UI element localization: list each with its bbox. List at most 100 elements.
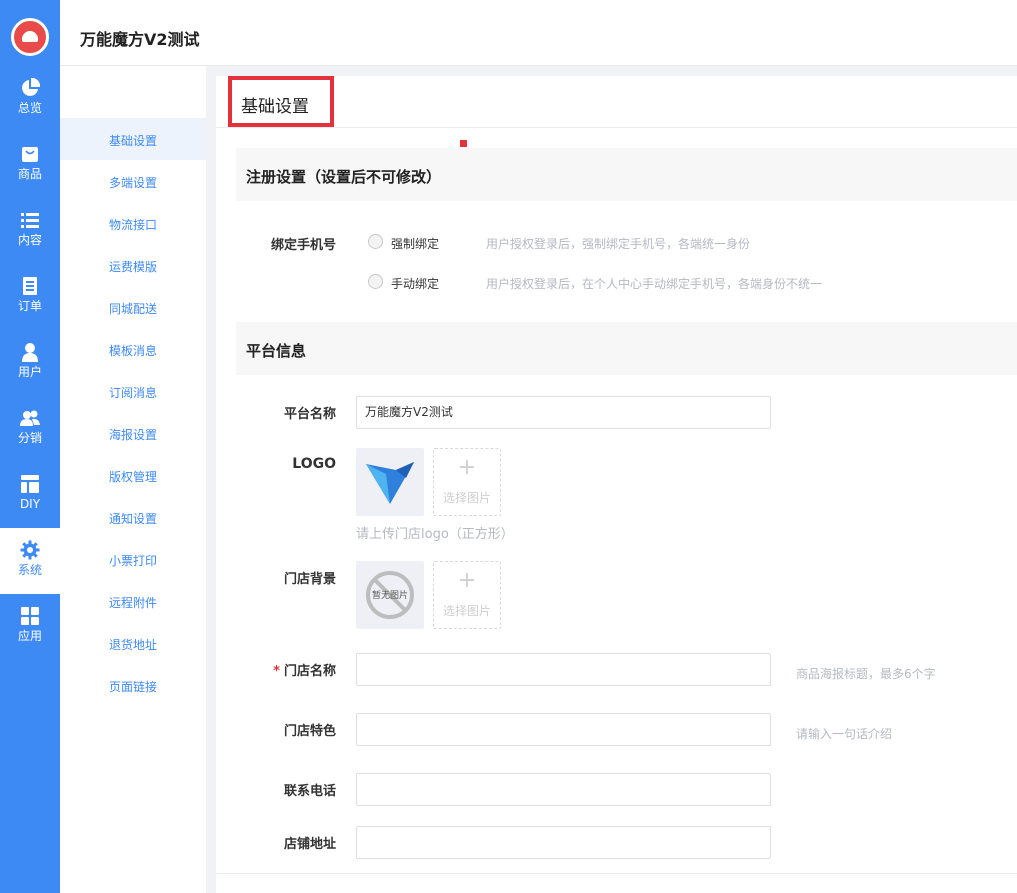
logo-image[interactable] bbox=[356, 448, 424, 516]
submenu-item-return-address[interactable]: 退货地址 bbox=[60, 622, 206, 664]
nav-item-users[interactable]: 用户 bbox=[0, 330, 60, 396]
submenu-label: 通知设置 bbox=[109, 512, 158, 526]
apps-grid-icon bbox=[21, 607, 39, 625]
submenu-item-poster[interactable]: 海报设置 bbox=[60, 412, 206, 454]
logo-upload-button[interactable]: + 选择图片 bbox=[433, 448, 501, 516]
store-name-hint: 商品海报标题，最多6个字 bbox=[796, 667, 936, 681]
submenu-label: 海报设置 bbox=[109, 428, 158, 442]
upload-text: 选择图片 bbox=[442, 604, 491, 618]
submenu-item-remote-attachment[interactable]: 远程附件 bbox=[60, 580, 206, 622]
top-header: 万能魔方V2测试 bbox=[60, 0, 1017, 66]
submenu-item-local-delivery[interactable]: 同城配送 bbox=[60, 286, 206, 328]
force-bind-hint: 用户授权登录后，强制绑定手机号，各端统一身份 bbox=[486, 237, 751, 251]
nav-item-goods[interactable]: 商品 bbox=[0, 132, 60, 198]
store-name-label: * 门店名称 bbox=[236, 660, 336, 679]
platform-name-label: 平台名称 bbox=[283, 407, 336, 422]
radio-manual-bind-label[interactable]: 手动绑定 bbox=[391, 275, 439, 292]
app-title: 万能魔方V2测试 bbox=[80, 30, 200, 49]
no-image-text: 暂无图片 bbox=[372, 589, 408, 601]
section-title: 注册设置（设置后不可修改） bbox=[246, 168, 442, 186]
submenu-item-notification[interactable]: 通知设置 bbox=[60, 496, 206, 538]
submenu-label: 物流接口 bbox=[109, 218, 158, 232]
nav-label: 分销 bbox=[17, 431, 42, 445]
nav-item-diy[interactable]: DIY bbox=[0, 462, 60, 528]
upload-text: 选择图片 bbox=[442, 491, 491, 505]
nav-label: 内容 bbox=[17, 233, 42, 247]
nav-item-content[interactable]: 内容 bbox=[0, 198, 60, 264]
address-label: 店铺地址 bbox=[283, 837, 336, 852]
radio-force-bind-label[interactable]: 强制绑定 bbox=[391, 235, 439, 252]
submenu-item-subscribe-message[interactable]: 订阅消息 bbox=[60, 370, 206, 412]
no-image-icon: 暂无图片 bbox=[366, 571, 414, 619]
store-name-label-text: 门店名称 bbox=[283, 664, 336, 679]
section-platform: 平台信息 bbox=[236, 322, 1017, 375]
submenu-label: 小票打印 bbox=[109, 554, 158, 568]
bind-phone-label: 绑定手机号 bbox=[270, 238, 336, 253]
plus-icon: + bbox=[457, 568, 477, 593]
phone-input[interactable] bbox=[356, 773, 771, 806]
nav-label: 订单 bbox=[17, 299, 42, 313]
submenu-label: 订阅消息 bbox=[109, 386, 158, 400]
submenu-label: 多端设置 bbox=[109, 176, 158, 190]
store-feature-label: 门店特色 bbox=[283, 724, 336, 739]
logo-hint: 请上传门店logo（正方形） bbox=[356, 527, 514, 542]
store-name-input[interactable] bbox=[356, 653, 771, 686]
submenu-item-multi-terminal[interactable]: 多端设置 bbox=[60, 160, 206, 202]
store-feature-hint: 请输入一句话介绍 bbox=[796, 727, 893, 741]
logo-label: LOGO bbox=[292, 456, 336, 472]
submenu-item-receipt-print[interactable]: 小票打印 bbox=[60, 538, 206, 580]
required-mark: * bbox=[273, 664, 280, 679]
nav-item-orders[interactable]: 订单 bbox=[0, 264, 60, 330]
settings-panel: 基础设置 注册设置（设置后不可修改） 绑定手机号 强制绑定 用户授权登录后，强制… bbox=[216, 76, 1017, 893]
submenu-label: 页面链接 bbox=[109, 680, 158, 694]
gear-icon bbox=[20, 540, 40, 560]
store-bg-image[interactable]: 暂无图片 bbox=[356, 561, 424, 629]
manual-bind-hint: 用户授权登录后，在个人中心手动绑定手机号，各端身份不统一 bbox=[486, 277, 823, 291]
nav-label: 总览 bbox=[17, 101, 42, 115]
submenu-item-shipping-template[interactable]: 运费模版 bbox=[60, 244, 206, 286]
nav-item-distribution[interactable]: 分销 bbox=[0, 396, 60, 462]
submenu-item-copyright[interactable]: 版权管理 bbox=[60, 454, 206, 496]
users-icon bbox=[20, 410, 40, 426]
nav-label: 用户 bbox=[17, 365, 42, 379]
marker-dot bbox=[460, 140, 467, 147]
section-title: 平台信息 bbox=[246, 342, 307, 360]
submenu-label: 远程附件 bbox=[109, 596, 158, 610]
submenu-label: 退货地址 bbox=[109, 638, 158, 652]
address-input[interactable] bbox=[356, 826, 771, 859]
submenu-item-logistics[interactable]: 物流接口 bbox=[60, 202, 206, 244]
nav-label: DIY bbox=[19, 497, 41, 511]
order-icon bbox=[23, 277, 37, 295]
layout-icon bbox=[21, 475, 39, 493]
radio-manual-bind[interactable] bbox=[368, 274, 383, 289]
plus-icon: + bbox=[457, 455, 477, 480]
user-icon bbox=[22, 343, 38, 362]
submenu-label: 同城配送 bbox=[109, 302, 158, 316]
platform-name-input[interactable]: 万能魔方V2测试 bbox=[356, 396, 771, 429]
settings-submenu: 基础设置 多端设置 物流接口 运费模版 同城配送 模板消息 订阅消息 海报设置 … bbox=[60, 66, 206, 893]
phone-label: 联系电话 bbox=[283, 784, 336, 799]
radio-force-bind[interactable] bbox=[368, 234, 383, 249]
nav-item-apps[interactable]: 应用 bbox=[0, 594, 60, 660]
store-feature-input[interactable] bbox=[356, 713, 771, 746]
submenu-label: 运费模版 bbox=[109, 260, 158, 274]
app-logo[interactable] bbox=[11, 18, 49, 56]
submenu-item-basic[interactable]: 基础设置 bbox=[60, 118, 206, 160]
nav-label: 商品 bbox=[17, 167, 42, 181]
shopping-bag-icon bbox=[22, 147, 38, 162]
store-bg-label: 门店背景 bbox=[283, 572, 336, 587]
divider bbox=[216, 873, 1017, 874]
store-bg-upload-button[interactable]: + 选择图片 bbox=[433, 561, 501, 629]
pie-chart-icon bbox=[22, 78, 40, 96]
submenu-label: 版权管理 bbox=[109, 470, 158, 484]
page-title: 基础设置 bbox=[241, 97, 309, 117]
submenu-label: 基础设置 bbox=[109, 134, 158, 148]
submenu-item-template-message[interactable]: 模板消息 bbox=[60, 328, 206, 370]
nav-item-overview[interactable]: 总览 bbox=[0, 66, 60, 132]
submenu-item-page-links[interactable]: 页面链接 bbox=[60, 664, 206, 706]
section-register: 注册设置（设置后不可修改） bbox=[236, 148, 1017, 201]
nav-label: 系统 bbox=[17, 563, 42, 577]
nav-item-system[interactable]: 系统 bbox=[0, 528, 60, 594]
submenu-label: 模板消息 bbox=[109, 344, 158, 358]
main-nav: 总览 商品 内容 订单 用户 分销 DIY 系统 应用 bbox=[0, 0, 60, 893]
